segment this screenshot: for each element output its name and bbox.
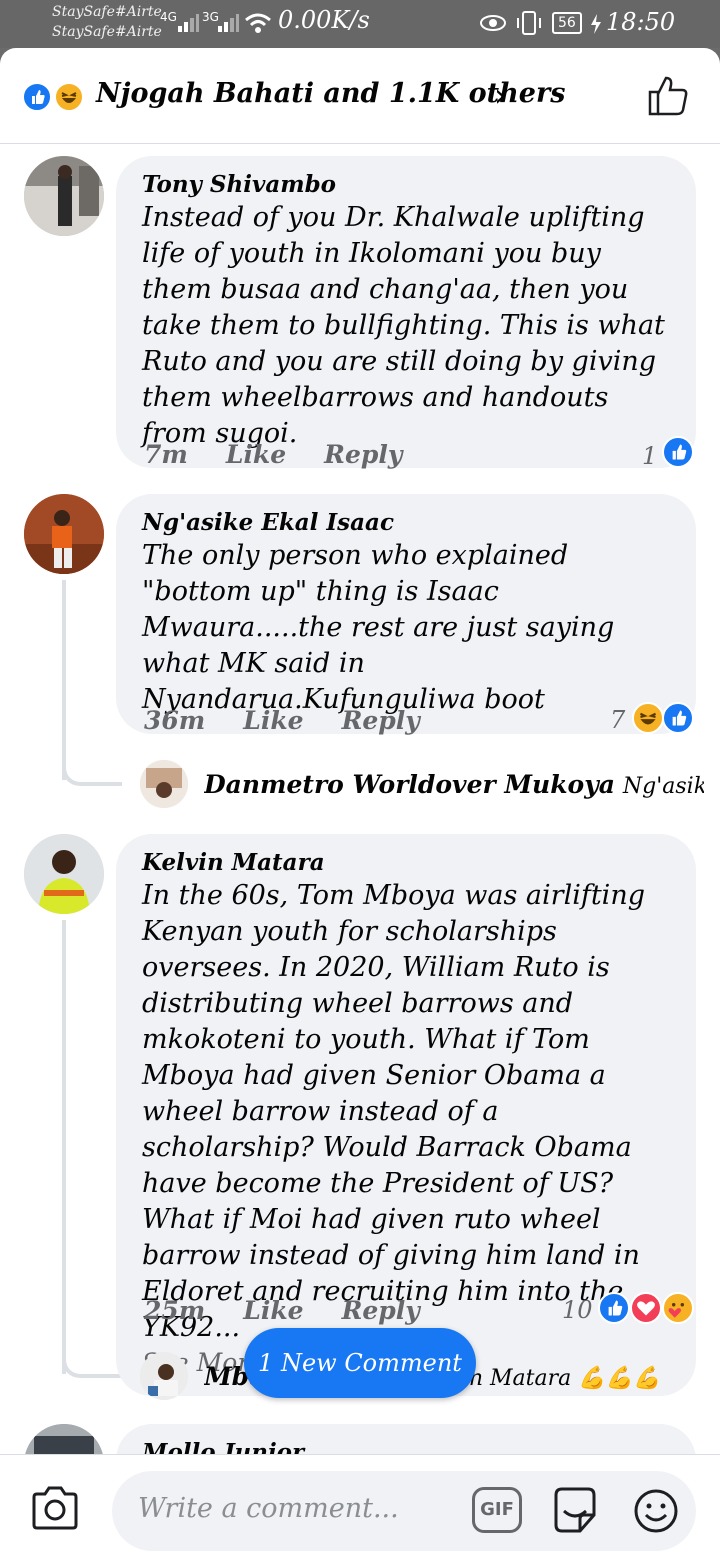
thread-connector: [62, 1354, 122, 1378]
haha-icon: [632, 702, 664, 734]
charging-icon: [591, 14, 601, 34]
comment-text: The only person who explained "bottom up…: [142, 540, 615, 715]
reply-preview[interactable]: Danmetro Worldover Mukoya Ng'asike Ekal …: [204, 770, 704, 799]
battery-level: 56: [552, 12, 582, 34]
clock: 18:50: [606, 8, 676, 36]
wifi-icon: [245, 13, 271, 33]
comment-input-placeholder: Write a comment...: [138, 1493, 399, 1524]
like-link[interactable]: Like: [243, 706, 303, 735]
comment-time: 7m: [144, 440, 188, 469]
comment-author[interactable]: Kelvin Matara: [142, 848, 670, 878]
like-icon: [662, 436, 694, 468]
reaction-count[interactable]: 7: [610, 706, 625, 734]
comment-input[interactable]: Write a comment... GIF: [112, 1471, 696, 1551]
thread-connector: [62, 762, 122, 786]
thread-line: [62, 920, 66, 1374]
comments-sheet: Njogah Bahati and 1.1K others › Tony Shi…: [0, 48, 720, 1560]
eye-icon: [480, 15, 506, 31]
vibrate-icon: [517, 11, 541, 35]
comment-actions: 25m Like Reply: [144, 1296, 458, 1325]
chevron-right-icon: ›: [494, 76, 507, 114]
comment-actions: 7m Like Reply: [144, 440, 440, 469]
reply-text: Ng'asike Ekal Is...: [622, 774, 704, 799]
new-comment-button[interactable]: 1 New Comment: [244, 1328, 476, 1398]
reaction-count[interactable]: 1: [642, 442, 657, 470]
reply-link[interactable]: Reply: [342, 1296, 420, 1325]
comment-actions: 36m Like Reply: [144, 706, 458, 735]
reactions-summary-bar[interactable]: Njogah Bahati and 1.1K others ›: [0, 48, 720, 144]
like-reaction-icon: [22, 82, 52, 112]
emoji-icon[interactable]: [632, 1487, 680, 1535]
avatar[interactable]: [24, 834, 104, 914]
gif-button[interactable]: GIF: [472, 1487, 522, 1533]
reaction-count[interactable]: 10: [562, 1296, 593, 1324]
avatar[interactable]: [140, 760, 188, 808]
like-link[interactable]: Like: [226, 440, 286, 469]
haha-reaction-icon: [54, 82, 84, 112]
avatar[interactable]: [24, 156, 104, 236]
network-speed: 0.00K/s: [278, 6, 370, 34]
sticker-icon[interactable]: [550, 1485, 600, 1535]
comment-text: Instead of you Dr. Khalwale uplifting li…: [142, 202, 665, 449]
signal-4g-label: 4G: [160, 10, 177, 24]
avatar[interactable]: [24, 494, 104, 574]
carrier-name-1: StaySafe#Airte: [52, 4, 162, 20]
avatar[interactable]: [140, 1352, 188, 1400]
care-icon: [662, 1292, 694, 1324]
love-icon: [630, 1292, 662, 1324]
signal-bars-icon: [218, 14, 239, 32]
comment-composer: Write a comment... GIF: [0, 1454, 720, 1560]
comment-time: 25m: [144, 1296, 206, 1325]
thread-line: [62, 580, 66, 780]
comment-text: In the 60s, Tom Mboya was airlifting Ken…: [142, 880, 645, 1343]
comment-bubble[interactable]: Ng'asike Ekal Isaac The only person who …: [116, 494, 696, 734]
signal-bars-icon: [178, 14, 199, 32]
comment-bubble[interactable]: Tony Shivambo Instead of you Dr. Khalwal…: [116, 156, 696, 468]
like-icon: [598, 1292, 630, 1324]
reply-author[interactable]: Danmetro Worldover Mukoya: [204, 770, 615, 799]
like-link[interactable]: Like: [243, 1296, 303, 1325]
reply-link[interactable]: Reply: [324, 440, 402, 469]
camera-icon[interactable]: [30, 1485, 80, 1531]
carrier-name-2: StaySafe#Airte: [52, 24, 162, 40]
comment-time: 36m: [144, 706, 206, 735]
thumbs-up-icon[interactable]: [646, 74, 690, 118]
comment-author[interactable]: Ng'asike Ekal Isaac: [142, 508, 670, 538]
status-bar: StaySafe#Airte StaySafe#Airte 4G 3G 0.00…: [0, 0, 720, 48]
comment-author[interactable]: Tony Shivambo: [142, 170, 670, 200]
reply-link[interactable]: Reply: [342, 706, 420, 735]
like-icon: [662, 702, 694, 734]
